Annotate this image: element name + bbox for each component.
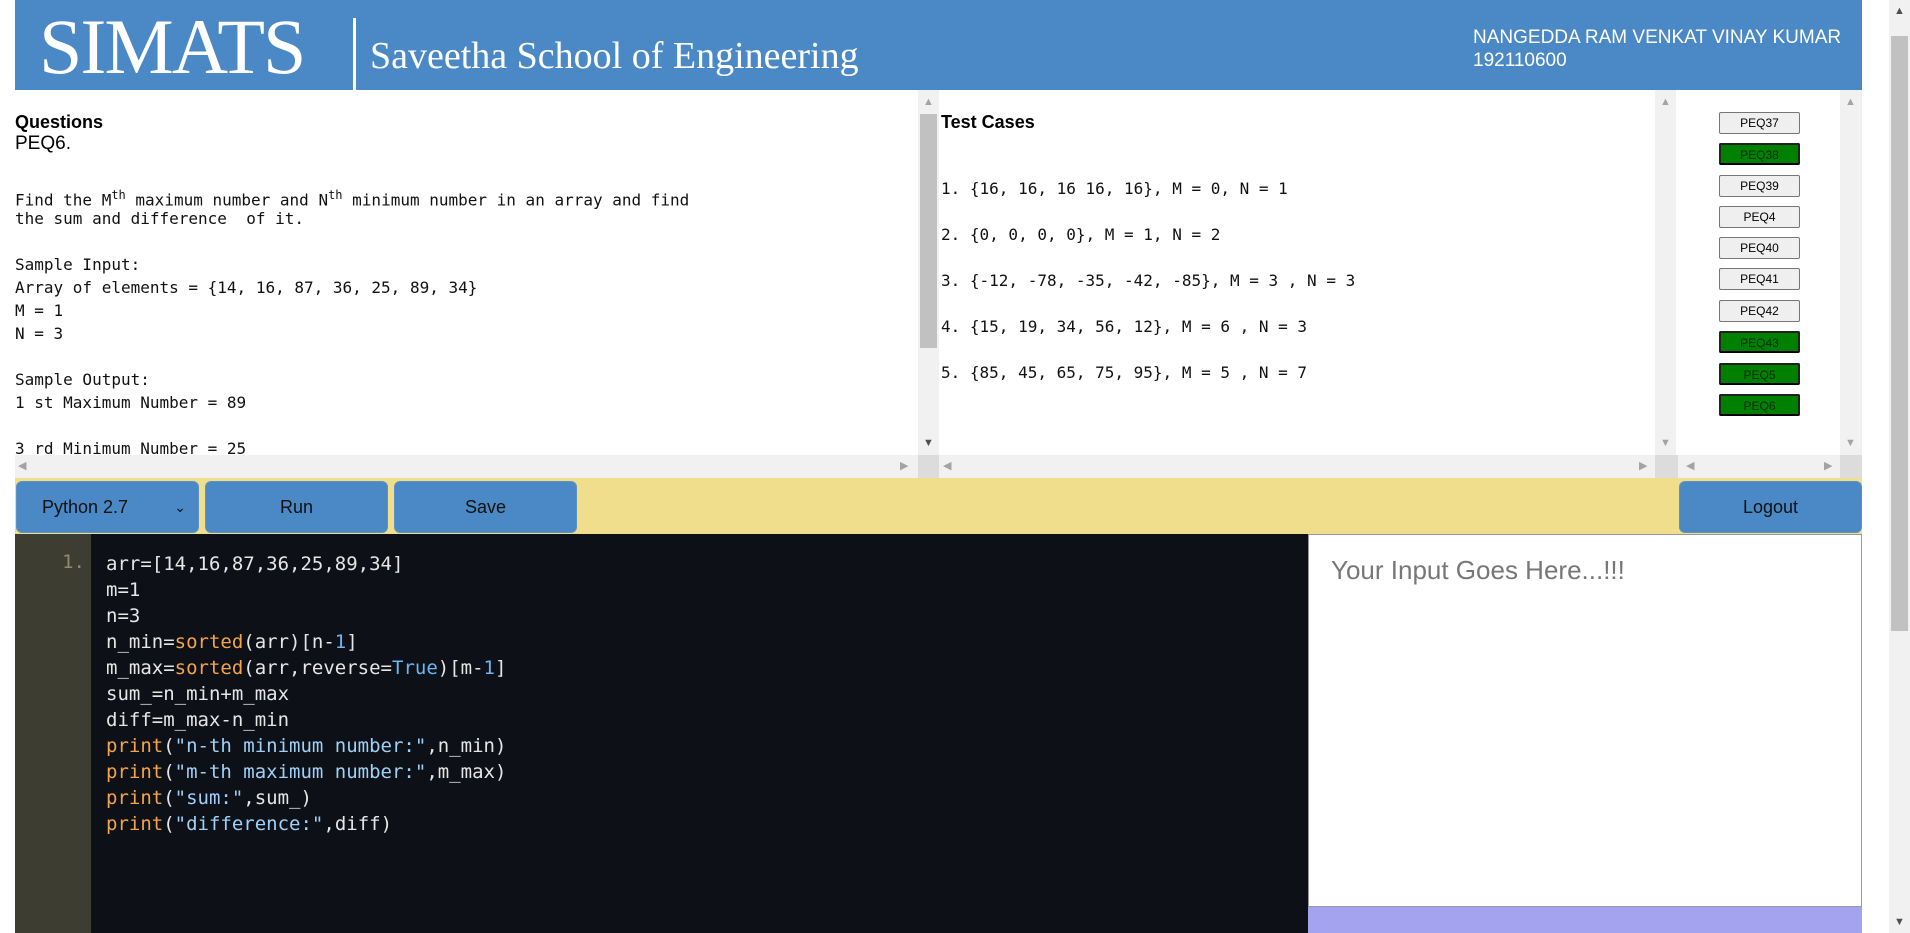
code-line[interactable]: print("sum:",sum_) bbox=[106, 785, 506, 811]
question-button-peq38[interactable]: PEQ38 bbox=[1719, 143, 1800, 165]
question-button-peq6[interactable]: PEQ6 bbox=[1719, 394, 1800, 416]
scroll-corner bbox=[1655, 455, 1678, 478]
question-button-peq42[interactable]: PEQ42 bbox=[1719, 300, 1800, 322]
chevron-down-icon: ⌄ bbox=[174, 499, 186, 515]
code-line[interactable]: diff=m_max-n_min bbox=[106, 707, 506, 733]
scroll-down-icon[interactable]: ▼ bbox=[1894, 917, 1905, 928]
editor-gutter: 1. bbox=[15, 534, 91, 933]
page-scrollbar[interactable]: ▲ ▼ bbox=[1889, 0, 1910, 933]
question-list-vscroll[interactable]: ▲ ▼ bbox=[1840, 90, 1862, 455]
code-line[interactable]: print("difference:",diff) bbox=[106, 811, 506, 837]
test-cases-vscroll[interactable]: ▲ ▼ bbox=[1655, 90, 1676, 455]
header-banner: SIMATS Saveetha School of Engineering NA… bbox=[15, 0, 1862, 90]
question-pane: Questions PEQ6. Find the Mth maximum num… bbox=[15, 90, 918, 455]
test-case-item: 1. {16, 16, 16 16, 16}, M = 0, N = 1 bbox=[941, 179, 1288, 198]
superscript: th bbox=[111, 188, 126, 202]
question-button-peq39[interactable]: PEQ39 bbox=[1719, 175, 1800, 197]
run-button[interactable]: Run bbox=[205, 481, 388, 533]
language-value: Python 2.7 bbox=[42, 497, 129, 517]
code-line[interactable]: arr=[14,16,87,36,25,89,34] bbox=[106, 551, 506, 577]
question-statement-line2: the sum and difference of it. bbox=[15, 209, 304, 228]
code-line[interactable]: print("n-th minimum number:",n_min) bbox=[106, 733, 506, 759]
output-strip bbox=[1308, 907, 1862, 933]
code-line[interactable]: sum_=n_min+m_max bbox=[106, 681, 506, 707]
code-line[interactable]: m_max=sorted(arr,reverse=True)[m-1] bbox=[106, 655, 506, 681]
test-case-item: 2. {0, 0, 0, 0}, M = 1, N = 2 bbox=[941, 225, 1221, 244]
code-line[interactable]: print("m-th maximum number:",m_max) bbox=[106, 759, 506, 785]
test-case-item: 3. {-12, -78, -35, -42, -85}, M = 3 , N … bbox=[941, 271, 1356, 290]
logout-button[interactable]: Logout bbox=[1679, 481, 1862, 533]
question-button-peq5[interactable]: PEQ5 bbox=[1719, 363, 1800, 385]
question-vscroll[interactable]: ▲ ▼ bbox=[918, 90, 939, 455]
scroll-thumb[interactable] bbox=[1891, 36, 1908, 631]
save-button[interactable]: Save bbox=[394, 481, 577, 533]
line-number: 1. bbox=[62, 551, 85, 573]
question-button-peq41[interactable]: PEQ41 bbox=[1719, 268, 1800, 290]
code-content[interactable]: arr=[14,16,87,36,25,89,34] m=1 n=3 n_min… bbox=[106, 551, 506, 837]
input-placeholder: Your Input Goes Here...!!! bbox=[1331, 555, 1625, 585]
code-line[interactable]: n_min=sorted(arr)[n-1] bbox=[106, 629, 506, 655]
simats-logo: SIMATS bbox=[39, 3, 306, 90]
scroll-up-icon[interactable]: ▲ bbox=[1894, 6, 1905, 17]
stdin-input[interactable]: Your Input Goes Here...!!! bbox=[1308, 534, 1862, 907]
logo-divider bbox=[353, 18, 356, 90]
questions-heading: Questions bbox=[15, 112, 104, 132]
scroll-corner bbox=[918, 455, 940, 478]
question-list-hscroll[interactable]: ◀ ▶ bbox=[1678, 455, 1840, 478]
language-select[interactable]: Python 2.7 ⌄ bbox=[16, 481, 199, 533]
test-case-item: 4. {15, 19, 34, 56, 12}, M = 6 , N = 3 bbox=[941, 317, 1308, 336]
code-line[interactable]: n=3 bbox=[106, 603, 506, 629]
superscript: th bbox=[328, 188, 343, 202]
user-name: NANGEDDA RAM VENKAT VINAY KUMAR bbox=[1473, 27, 1842, 48]
question-button-peq4[interactable]: PEQ4 bbox=[1719, 206, 1800, 228]
test-cases-hscroll[interactable]: ◀ ▶ bbox=[939, 455, 1655, 478]
question-hscroll[interactable]: ◀ ▶ bbox=[15, 455, 918, 478]
test-case-item: 5. {85, 45, 65, 75, 95}, M = 5 , N = 7 bbox=[941, 363, 1308, 382]
question-sample: Sample Input: Array of elements = {14, 1… bbox=[15, 255, 478, 455]
user-info: NANGEDDA RAM VENKAT VINAY KUMAR 19211060… bbox=[1473, 26, 1841, 72]
question-button-peq43[interactable]: PEQ43 bbox=[1719, 331, 1800, 353]
school-name: Saveetha School of Engineering bbox=[370, 35, 859, 77]
scroll-corner bbox=[1840, 455, 1862, 478]
question-button-peq37[interactable]: PEQ37 bbox=[1719, 112, 1800, 134]
user-id: 192110600 bbox=[1473, 50, 1567, 71]
test-cases-heading: Test Cases bbox=[941, 112, 1035, 132]
test-cases-pane: Test Cases 1. {16, 16, 16 16, 16}, M = 0… bbox=[939, 90, 1655, 455]
question-id: PEQ6. bbox=[15, 133, 71, 154]
statement-text: minimum number in an array and find bbox=[342, 190, 690, 210]
question-button-peq40[interactable]: PEQ40 bbox=[1719, 237, 1800, 259]
code-line[interactable]: m=1 bbox=[106, 577, 506, 603]
